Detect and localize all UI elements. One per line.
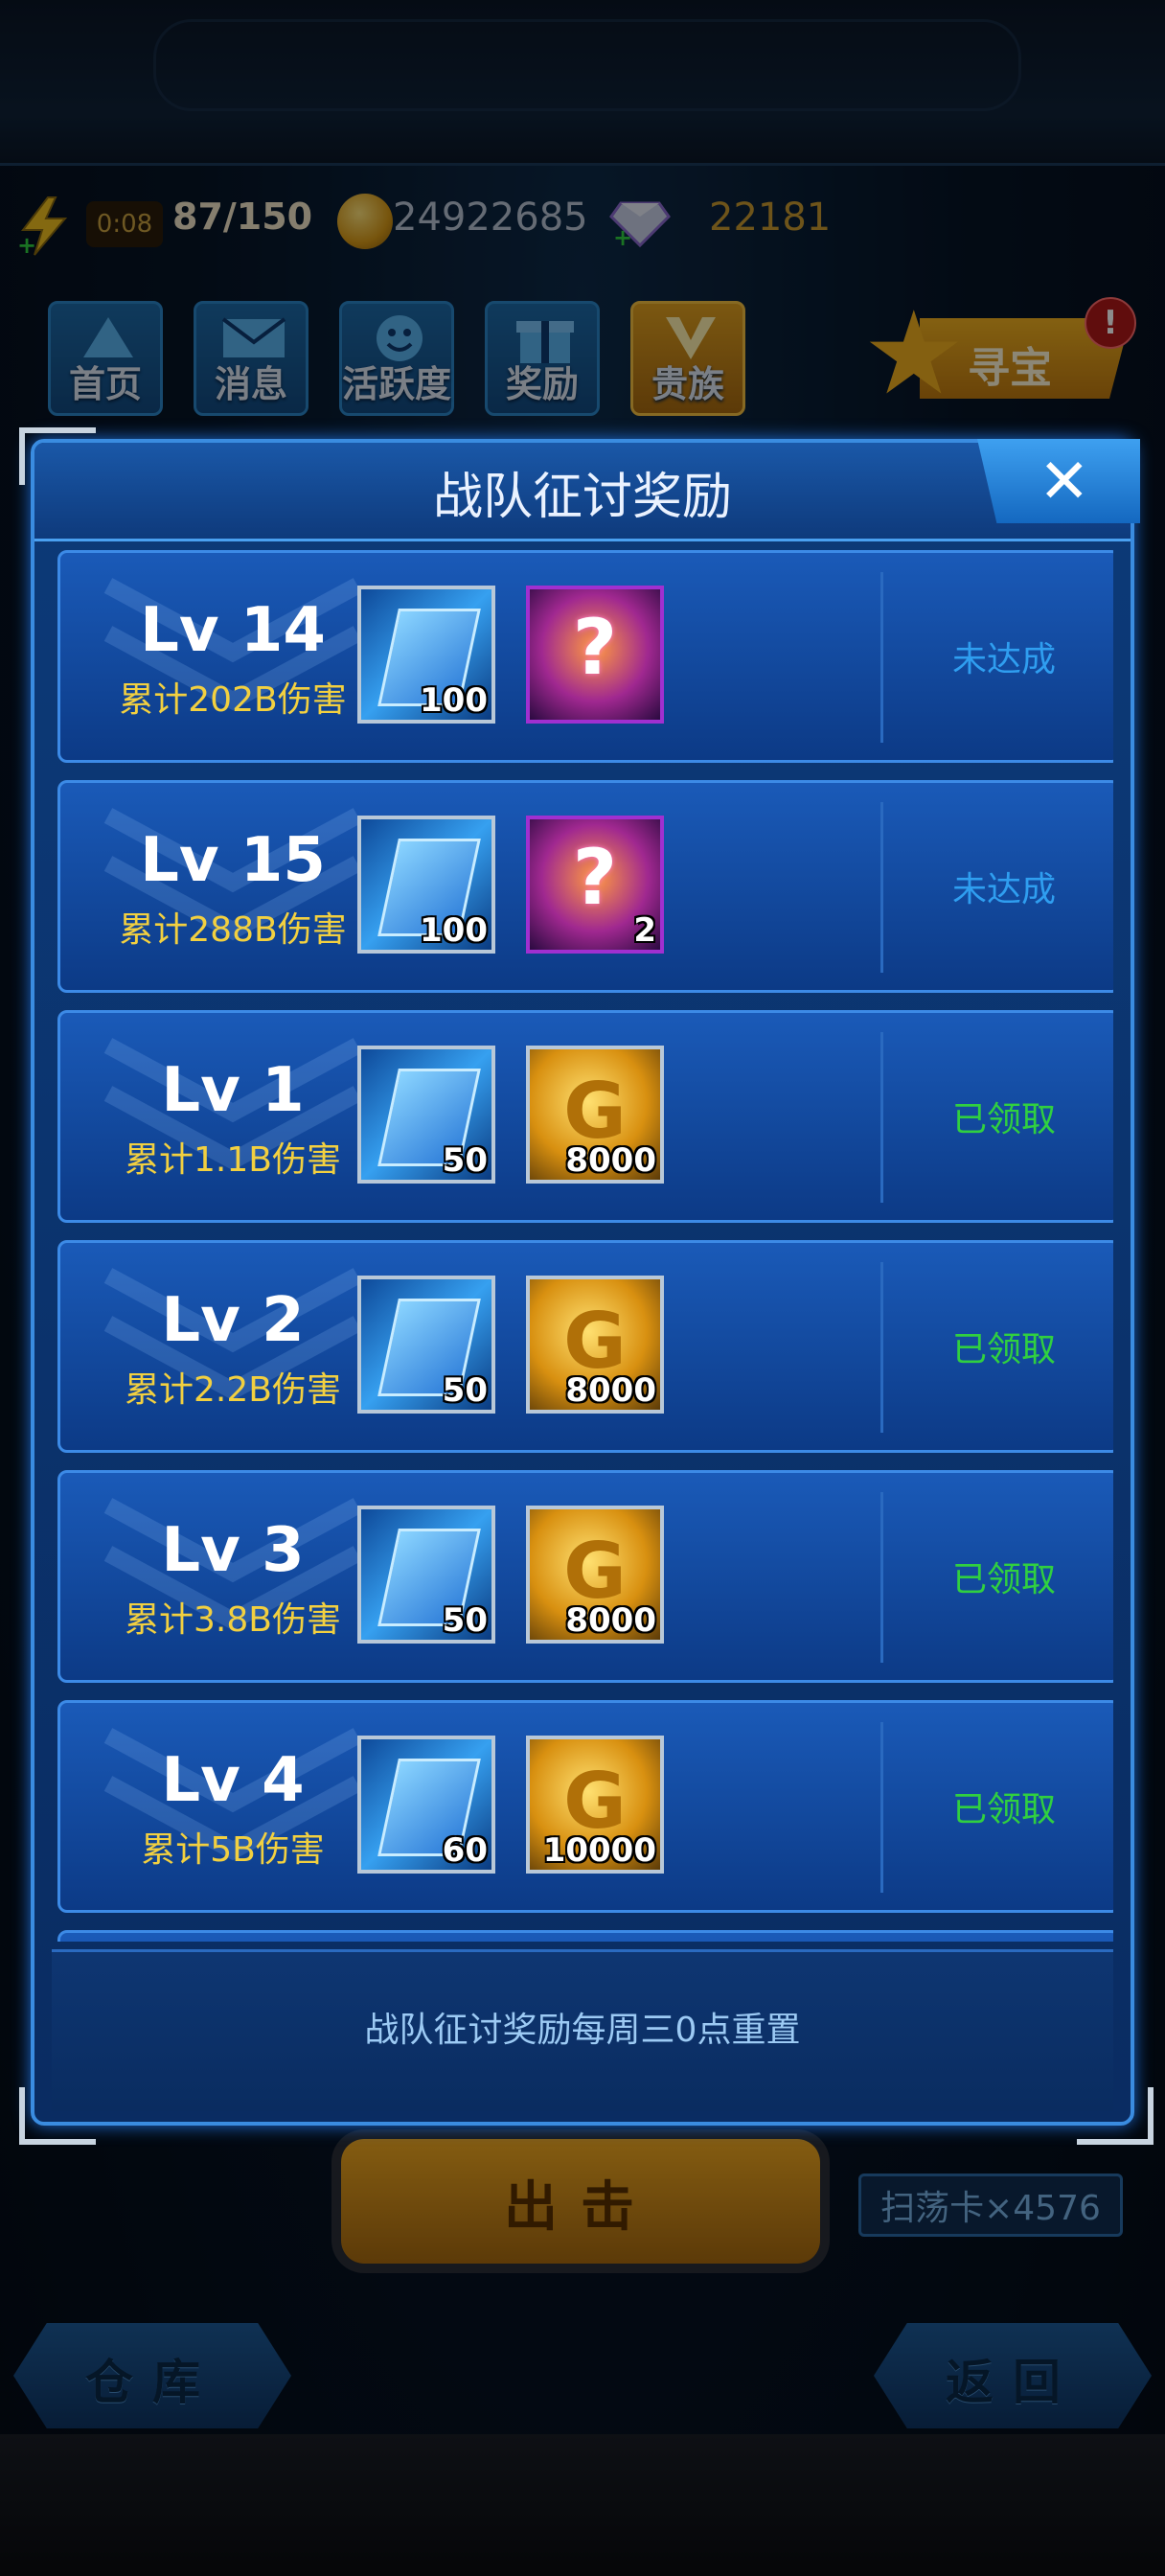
level-label: Lv 14 bbox=[140, 595, 326, 666]
row-divider bbox=[880, 1262, 883, 1433]
row-divider bbox=[880, 1032, 883, 1203]
expedition-reward-dialog: 战队征讨奖励 ✕ Lv 14 累计202B伤害 100? 未达成 Lv 15 累计288B… bbox=[19, 427, 1154, 2145]
level-label: Lv 2 bbox=[161, 1285, 305, 1356]
item-quantity: 8000 bbox=[565, 1141, 656, 1180]
mystery-box-item[interactable]: ? bbox=[526, 586, 664, 724]
item-quantity: 8000 bbox=[565, 1371, 656, 1410]
item-quantity: 50 bbox=[442, 1371, 488, 1410]
close-icon: ✕ bbox=[1039, 447, 1090, 518]
claim-status: 已领取 bbox=[951, 1790, 1056, 1829]
card-fragment-item[interactable]: 100 bbox=[357, 586, 495, 724]
row-divider bbox=[880, 802, 883, 973]
reward-row: Lv 3 累计3.8B伤害 50 G 8000 已领取 bbox=[57, 1470, 1113, 1683]
item-quantity: 50 bbox=[442, 1141, 488, 1180]
claim-status: 已领取 bbox=[951, 1330, 1056, 1369]
damage-requirement: 累计2.2B伤害 bbox=[125, 1370, 341, 1410]
card-fragment-item[interactable]: 50 bbox=[357, 1506, 495, 1644]
card-fragment-item[interactable]: 100 bbox=[357, 816, 495, 954]
dialog-title: 战队征讨奖励 bbox=[432, 469, 732, 526]
gold-coin-item[interactable]: G 10000 bbox=[526, 1736, 664, 1874]
level-label: Lv 4 bbox=[161, 1745, 305, 1816]
reward-row: Lv 2 累计2.2B伤害 50 G 8000 已领取 bbox=[57, 1240, 1113, 1453]
question-mark-icon: ? bbox=[572, 833, 618, 922]
claim-status: 未达成 bbox=[951, 870, 1056, 909]
item-quantity: 100 bbox=[420, 911, 488, 950]
gold-coin-item[interactable]: G 8000 bbox=[526, 1046, 664, 1184]
item-quantity: 50 bbox=[442, 1601, 488, 1640]
level-label: Lv 3 bbox=[161, 1515, 305, 1586]
row-divider bbox=[880, 1492, 883, 1663]
question-mark-icon: ? bbox=[572, 603, 618, 692]
reward-row: Lv 4 累计5B伤害 60 G 10000 已领取 bbox=[57, 1700, 1113, 1913]
card-fragment-item[interactable]: 60 bbox=[357, 1736, 495, 1874]
item-quantity: 100 bbox=[420, 681, 488, 720]
card-fragment-item[interactable]: 50 bbox=[357, 1276, 495, 1414]
close-button[interactable]: ✕ bbox=[977, 439, 1140, 523]
damage-requirement: 累计3.8B伤害 bbox=[125, 1600, 341, 1640]
level-label: Lv 1 bbox=[161, 1055, 305, 1126]
level-label: Lv 15 bbox=[140, 825, 326, 896]
reward-row: Lv 1 累计1.1B伤害 50 G 8000 已领取 bbox=[57, 1010, 1113, 1223]
row-divider bbox=[880, 572, 883, 743]
claim-status: 未达成 bbox=[951, 640, 1056, 679]
damage-requirement: 累计202B伤害 bbox=[119, 680, 347, 720]
item-quantity: 2 bbox=[633, 911, 656, 950]
reward-row: Lv 14 累计202B伤害 100? 未达成 bbox=[57, 550, 1113, 763]
reset-notice: 战队征讨奖励每周三0点重置 bbox=[364, 2011, 801, 2050]
damage-requirement: 累计288B伤害 bbox=[119, 910, 347, 950]
gold-coin-item[interactable]: G 8000 bbox=[526, 1506, 664, 1644]
dialog-header: 战队征讨奖励 bbox=[34, 443, 1131, 541]
damage-requirement: 累计1.1B伤害 bbox=[125, 1140, 341, 1180]
row-divider bbox=[880, 1722, 883, 1893]
card-fragment-item[interactable]: 50 bbox=[357, 1046, 495, 1184]
frame-corner bbox=[19, 427, 96, 485]
dialog-footer: 战队征讨奖励每周三0点重置 bbox=[52, 1949, 1113, 2111]
mystery-box-item[interactable]: ? 2 bbox=[526, 816, 664, 954]
item-quantity: 60 bbox=[442, 1831, 488, 1870]
reward-row bbox=[57, 1930, 1113, 1942]
claim-status: 已领取 bbox=[951, 1100, 1056, 1139]
gold-coin-item[interactable]: G 8000 bbox=[526, 1276, 664, 1414]
item-quantity: 8000 bbox=[565, 1601, 656, 1640]
reward-list[interactable]: Lv 14 累计202B伤害 100? 未达成 Lv 15 累计288B伤害 100? 2 未达… bbox=[52, 542, 1113, 1942]
reward-row: Lv 15 累计288B伤害 100? 2 未达成 bbox=[57, 780, 1113, 993]
claim-status: 已领取 bbox=[951, 1560, 1056, 1599]
item-quantity: 10000 bbox=[542, 1831, 656, 1870]
damage-requirement: 累计5B伤害 bbox=[141, 1830, 325, 1870]
